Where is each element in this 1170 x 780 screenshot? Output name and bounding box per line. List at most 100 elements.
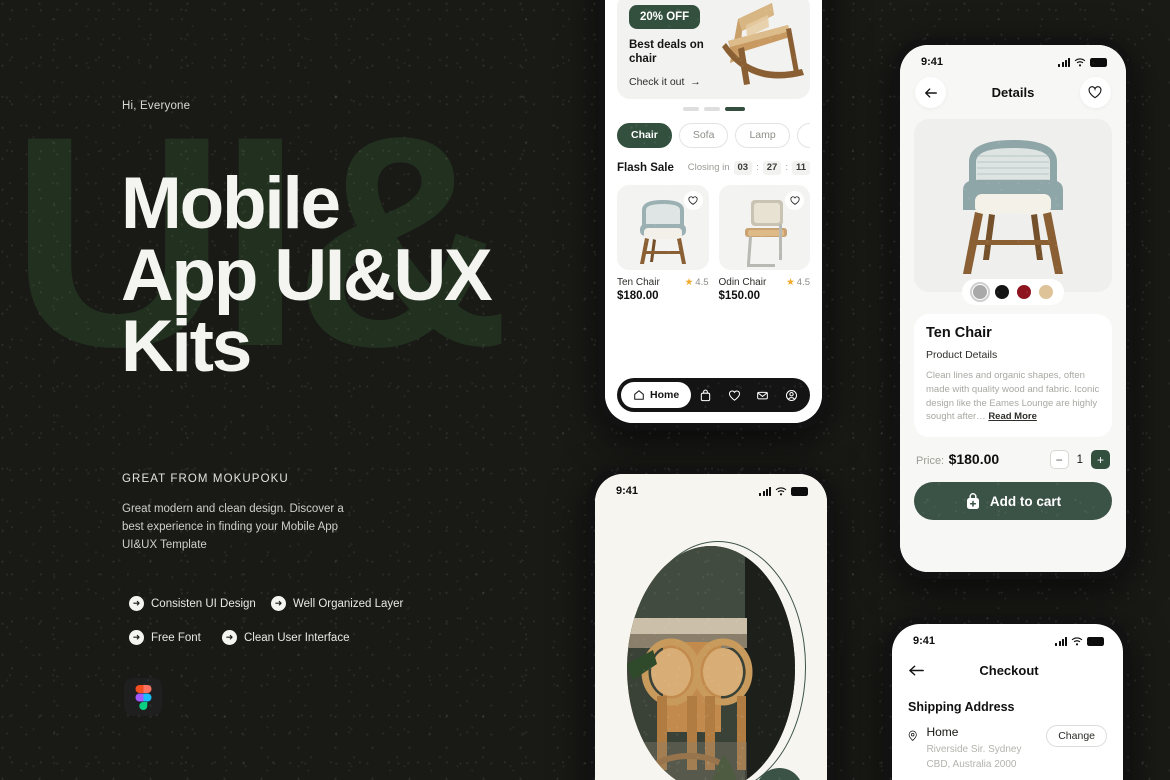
- product-description: Clean lines and organic shapes, often ma…: [926, 369, 1100, 424]
- checkout-title: Checkout: [979, 663, 1039, 678]
- product-card[interactable]: Odin Chair ★ 4.5 $150.00: [718, 184, 811, 302]
- countdown-label: Closing in: [687, 162, 730, 173]
- quantity-increase-button[interactable]: +: [1091, 450, 1110, 470]
- promo-banner[interactable]: 20% OFF Best deals on chair Check it out…: [617, 0, 810, 99]
- product-price: $180.00: [617, 289, 659, 302]
- mail-icon[interactable]: [756, 389, 769, 402]
- phone-checkout-screen: 9:41 Checkout Shipping Address Home Rive…: [885, 617, 1130, 780]
- feature-item: ➜ Free Font: [129, 630, 201, 645]
- heart-icon: [1089, 86, 1102, 99]
- favorite-button[interactable]: [1079, 77, 1111, 108]
- feature-item: ➜ Clean User Interface: [222, 630, 349, 645]
- bentwood-cafe-chairs: [627, 546, 795, 780]
- color-swatch-gray[interactable]: [969, 281, 991, 303]
- rattan-lounge-chair: [722, 3, 804, 85]
- battery-icon: [791, 486, 808, 496]
- back-button[interactable]: [915, 77, 946, 108]
- price-label: Price:: [916, 454, 945, 467]
- details-content: 9:41 Details Ten Chair Product Details C…: [900, 45, 1126, 572]
- onboarding-screen: 9:41: [595, 474, 827, 780]
- color-swatch-black[interactable]: [995, 285, 1009, 299]
- carousel-dot[interactable]: [703, 107, 720, 111]
- status-time: 9:41: [921, 56, 944, 68]
- feature-label: Well Organized Layer: [293, 597, 404, 610]
- price-group: Price: $180.00: [916, 451, 999, 469]
- details-header: Details: [900, 68, 1126, 108]
- category-chip-chair[interactable]: Chair: [617, 122, 672, 148]
- star-icon: ★: [786, 276, 795, 288]
- home-screen: Search furniture 20% OFF Best deals on c…: [605, 0, 822, 423]
- tab-icon-group[interactable]: [691, 389, 806, 402]
- product-card[interactable]: Ten Chair ★ 4.5 $180.00: [617, 184, 709, 302]
- product-name: Ten Chair: [617, 276, 660, 288]
- home-icon: [634, 390, 644, 400]
- quantity-stepper[interactable]: − 1 +: [1049, 450, 1110, 470]
- status-icons: [1058, 57, 1107, 67]
- battery-icon: [1090, 57, 1107, 67]
- headline-line-2: App UI&UX: [121, 234, 493, 316]
- heart-icon: [789, 195, 800, 205]
- bag-icon[interactable]: [699, 389, 712, 402]
- wifi-icon: [1074, 57, 1086, 66]
- product-info-card: Ten Chair Product Details Clean lines an…: [914, 314, 1112, 438]
- details-screen: 9:41 Details Ten Chair Product Details C…: [900, 45, 1126, 572]
- headline-line-3: Kits: [121, 306, 252, 388]
- gray-rope-armchair: [963, 139, 1063, 274]
- countdown-hours: 03: [733, 160, 753, 175]
- checkout-header: Checkout: [908, 663, 1107, 678]
- product-rating: ★ 4.5: [685, 277, 709, 288]
- status-icons: [759, 486, 808, 496]
- wifi-icon: [1071, 636, 1083, 645]
- add-to-cart-button[interactable]: Add to cart: [914, 482, 1112, 521]
- bottom-tab-bar[interactable]: Home: [617, 378, 810, 412]
- countdown-sep: :: [785, 162, 788, 173]
- address-row: Home Riverside Sir. Sydney CBD, Australi…: [908, 725, 1107, 772]
- countdown-sep: :: [756, 162, 759, 173]
- product-meta: Odin Chair ★ 4.5: [719, 277, 811, 288]
- carousel-dot-active[interactable]: [724, 107, 745, 111]
- category-chip-lamp[interactable]: Lamp: [735, 122, 790, 148]
- flash-sale-title: Flash Sale: [617, 161, 674, 174]
- color-swatch-red[interactable]: [1017, 285, 1031, 299]
- feature-label: Consisten UI Design: [151, 597, 256, 610]
- heart-icon[interactable]: [728, 389, 741, 402]
- carousel-dot[interactable]: [682, 107, 699, 111]
- category-chip-list[interactable]: Chair Sofa Lamp Table: [617, 122, 810, 148]
- countdown-timer: Closing in 03 : 27 : 11: [687, 160, 810, 175]
- feature-label: Clean User Interface: [244, 631, 350, 644]
- figma-logo: [124, 678, 162, 716]
- category-chip-table[interactable]: Table: [796, 122, 810, 148]
- arrow-right-circle-icon: ➜: [222, 630, 237, 645]
- home-content: Search furniture 20% OFF Best deals on c…: [605, 0, 822, 423]
- details-title: Details: [991, 85, 1035, 100]
- favorite-button[interactable]: [683, 190, 703, 210]
- hero-image-wrapper: [627, 541, 807, 780]
- change-address-button[interactable]: Change: [1046, 725, 1107, 747]
- read-more-link[interactable]: Read More: [988, 411, 1037, 422]
- product-hero-image: [914, 119, 1112, 305]
- color-swatch-list[interactable]: [962, 279, 1064, 305]
- checkout-content: 9:41 Checkout Shipping Address Home Rive…: [892, 624, 1123, 780]
- banner-title: Best deals on chair: [629, 39, 704, 66]
- product-image: [718, 184, 810, 270]
- profile-icon[interactable]: [785, 389, 798, 402]
- feature-label: Free Font: [151, 631, 201, 644]
- category-chip-sofa[interactable]: Sofa: [678, 122, 729, 148]
- countdown-seconds: 11: [791, 160, 810, 175]
- tab-home[interactable]: Home: [621, 382, 692, 408]
- quantity-decrease-button[interactable]: −: [1049, 450, 1069, 470]
- star-icon: ★: [684, 276, 694, 288]
- favorite-button[interactable]: [785, 190, 804, 210]
- product-details-label: Product Details: [926, 349, 998, 361]
- heart-icon: [688, 195, 698, 205]
- rating-value: 4.5: [796, 276, 810, 288]
- kicker-text: GREAT FROM MOKUPOKU: [122, 473, 289, 485]
- status-bar: 9:41: [908, 624, 1107, 647]
- onboarding-content: 9:41: [595, 474, 827, 780]
- product-name: Ten Chair: [926, 325, 992, 341]
- status-time: 9:41: [913, 635, 936, 647]
- carousel-dots[interactable]: [617, 107, 810, 111]
- product-price: $150.00: [718, 289, 761, 302]
- color-swatch-tan[interactable]: [1039, 285, 1053, 299]
- address-lines: Riverside Sir. Sydney CBD, Australia 200…: [926, 744, 1022, 770]
